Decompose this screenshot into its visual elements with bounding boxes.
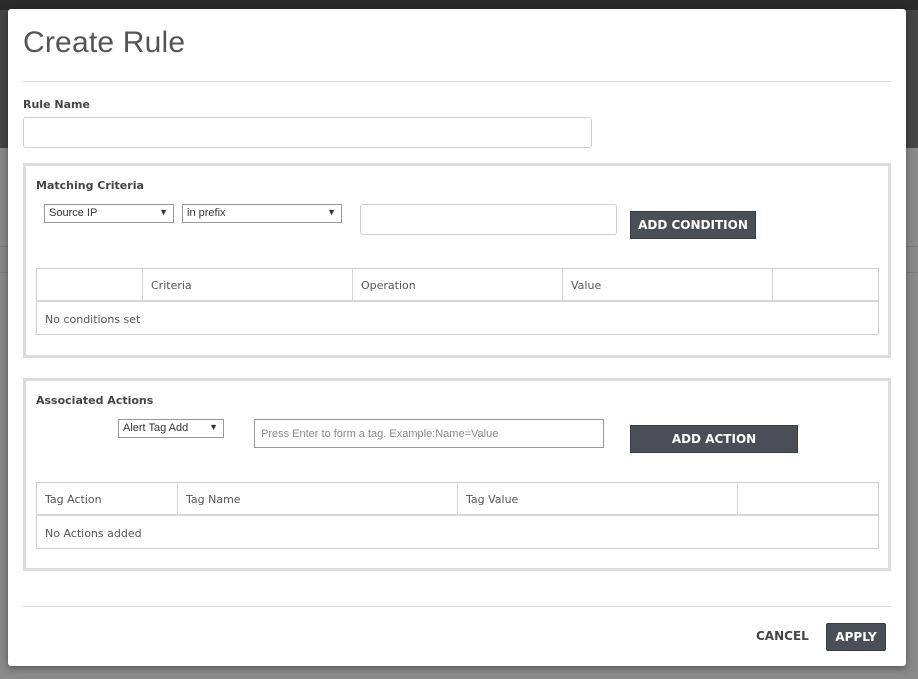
column-header-operation: Operation (353, 269, 563, 302)
associated-actions-heading: Associated Actions (36, 394, 154, 407)
empty-conditions-message: No conditions set (45, 313, 141, 326)
column-header-tag-value: Tag Value (458, 483, 738, 516)
operation-select[interactable]: in prefix ▼ (182, 204, 342, 223)
chevron-down-icon: ▼ (327, 207, 336, 217)
chevron-down-icon: ▼ (159, 207, 168, 217)
action-select[interactable]: Alert Tag Add ▼ (118, 419, 224, 438)
criteria-select[interactable]: Source IP ▼ (44, 204, 174, 223)
cancel-button[interactable]: CANCEL (756, 629, 809, 643)
operation-select-value: in prefix (187, 207, 226, 219)
title-divider (23, 81, 891, 82)
chevron-down-icon: ▼ (209, 422, 218, 432)
actions-table-header: Tag Action Tag Name Tag Value (37, 483, 878, 516)
column-header (738, 483, 878, 516)
action-select-value: Alert Tag Add (123, 422, 189, 434)
rule-name-label: Rule Name (23, 98, 90, 111)
footer-divider (23, 606, 891, 607)
dialog-title: Create Rule (23, 26, 186, 59)
column-header (773, 269, 878, 302)
add-action-button[interactable]: ADD ACTION (630, 425, 798, 453)
apply-button[interactable]: APPLY (826, 623, 886, 651)
matching-criteria-heading: Matching Criteria (36, 179, 144, 192)
conditions-table-header: Criteria Operation Value (37, 269, 878, 302)
empty-actions-message: No Actions added (45, 527, 142, 540)
associated-actions-section: Associated Actions Alert Tag Add ▼ ADD A… (23, 378, 891, 571)
column-header (37, 269, 143, 302)
add-condition-button[interactable]: ADD CONDITION (630, 211, 756, 239)
condition-value-input[interactable] (360, 204, 617, 235)
matching-criteria-section: Matching Criteria Source IP ▼ in prefix … (23, 163, 891, 358)
criteria-select-value: Source IP (49, 207, 98, 219)
create-rule-dialog: Create Rule Rule Name Matching Criteria … (8, 9, 906, 666)
column-header-tag-name: Tag Name (178, 483, 458, 516)
actions-table: Tag Action Tag Name Tag Value No Actions… (36, 482, 879, 549)
column-header-value: Value (563, 269, 773, 302)
column-header-tag-action: Tag Action (37, 483, 178, 516)
column-header-criteria: Criteria (143, 269, 353, 302)
rule-name-input[interactable] (23, 117, 592, 148)
tag-input[interactable] (254, 419, 604, 448)
conditions-table: Criteria Operation Value No conditions s… (36, 268, 879, 335)
